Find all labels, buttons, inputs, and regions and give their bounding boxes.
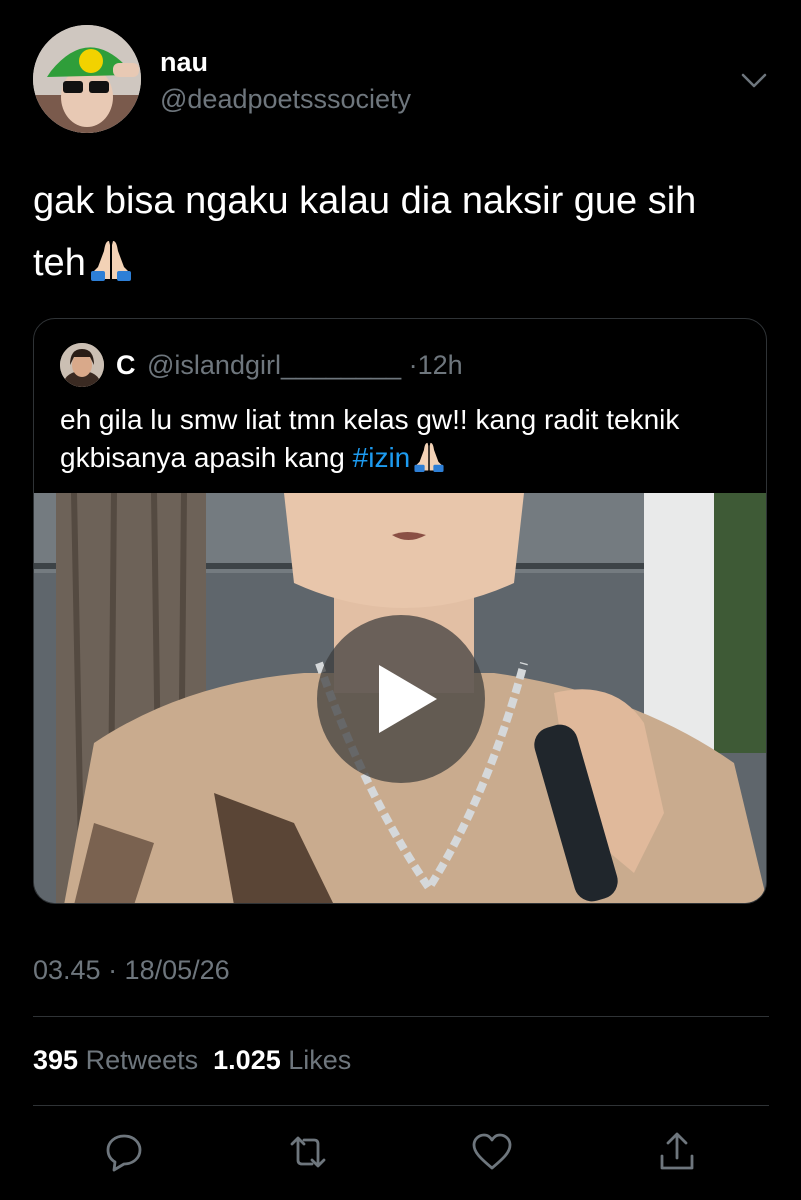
tweet-detail-page: nau @deadpoetsssociety gak bisa ngaku ka…	[0, 0, 801, 1200]
quoted-author-avatar[interactable]	[60, 343, 104, 387]
author-handle[interactable]: @deadpoetsssociety	[160, 84, 411, 115]
quoted-author-handle[interactable]: @islandgirl________	[147, 350, 401, 380]
divider	[33, 1016, 769, 1017]
likes-label: Likes	[288, 1045, 352, 1075]
tweet-timestamp[interactable]: 03.45 · 18/05/26	[33, 955, 230, 986]
hashtag-link[interactable]: #izin	[353, 442, 411, 473]
author-display-name[interactable]: nau	[160, 47, 208, 78]
divider	[33, 1105, 769, 1106]
author-avatar[interactable]	[33, 25, 141, 133]
quoted-author-name[interactable]: C	[116, 350, 136, 381]
quoted-separator: ·	[408, 350, 418, 380]
folded-hands-icon	[414, 442, 444, 472]
reply-icon[interactable]	[102, 1130, 146, 1174]
likes-count: 1.025	[213, 1045, 281, 1075]
engagement-stats: 395 Retweets 1.025 Likes	[33, 1045, 351, 1076]
retweets-label: Retweets	[85, 1045, 199, 1075]
quoted-tweet-text: eh gila lu smw liat tmn kelas gw!! kang …	[60, 401, 750, 477]
folded-hands-icon	[90, 241, 131, 281]
likes-stat[interactable]: 1.025 Likes	[213, 1045, 351, 1075]
chevron-down-icon[interactable]	[739, 65, 769, 95]
retweet-icon[interactable]	[286, 1130, 330, 1174]
tweet-text: gak bisa ngaku kalau dia naksir gue sih …	[33, 170, 753, 294]
quoted-tweet-card[interactable]: C @islandgirl________ ·12h eh gila lu sm…	[33, 318, 767, 904]
heart-icon[interactable]	[470, 1130, 514, 1174]
quoted-time: 12h	[417, 350, 463, 380]
play-button[interactable]	[317, 615, 485, 783]
quoted-author-meta: @islandgirl________ ·12h	[147, 350, 463, 381]
retweets-count: 395	[33, 1045, 79, 1075]
play-icon	[379, 665, 437, 733]
video-thumbnail[interactable]	[34, 493, 766, 903]
retweets-stat[interactable]: 395 Retweets	[33, 1045, 198, 1075]
share-icon[interactable]	[655, 1130, 699, 1174]
